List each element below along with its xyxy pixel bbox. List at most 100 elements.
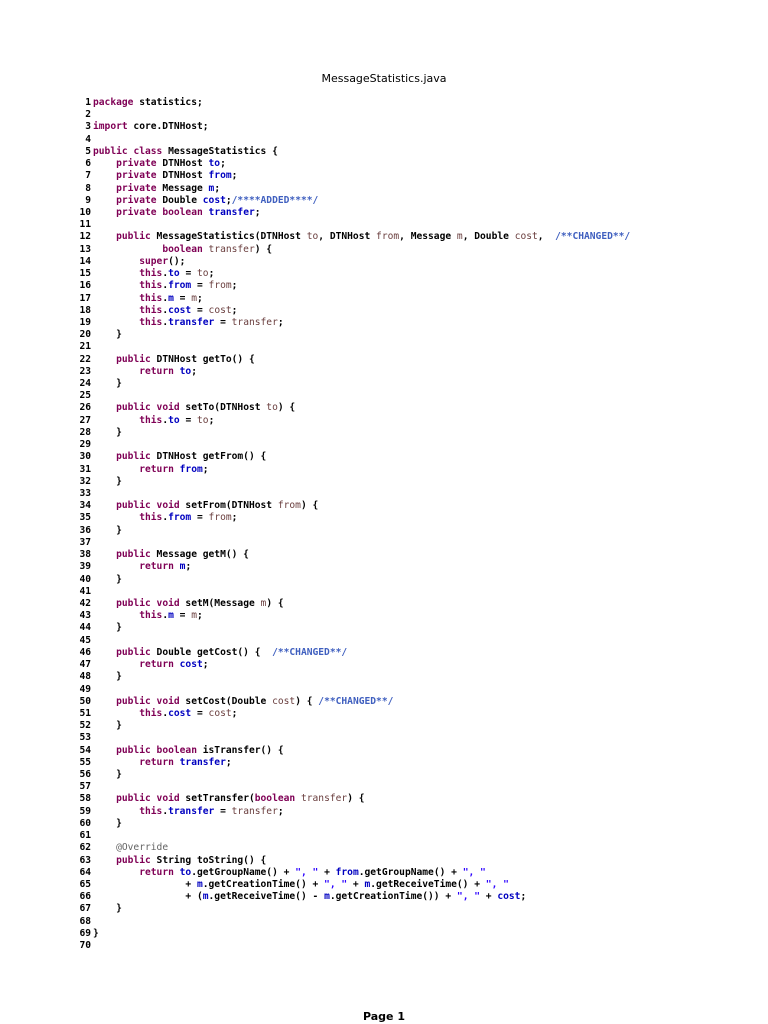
code-line: 10 private boolean transfer; bbox=[72, 207, 752, 219]
code-token: import bbox=[93, 121, 128, 133]
line-number: 40 bbox=[79, 573, 91, 585]
code-token: return bbox=[139, 561, 174, 573]
code-token: ; bbox=[277, 316, 284, 328]
code-line: 51 this.cost = cost; bbox=[72, 708, 752, 720]
line-number: 14 bbox=[79, 255, 91, 267]
code-token: Message getM() { bbox=[150, 549, 249, 561]
code-line: 64 return to.getGroupName() + ", " + fro… bbox=[72, 867, 752, 879]
code-token: to bbox=[168, 414, 180, 426]
code-line: 43 this.m = m; bbox=[72, 610, 752, 622]
code-line: 59 this.transfer = transfer; bbox=[72, 806, 752, 818]
line-number: 21 bbox=[79, 341, 91, 353]
code-line: 6 private DTNHost to; bbox=[72, 158, 752, 170]
code-token: from bbox=[179, 463, 203, 475]
code-line: 34 public void setFrom(DTNHost from) { bbox=[72, 500, 752, 512]
code-token: public bbox=[116, 231, 151, 243]
code-token: .getReceiveTime() - bbox=[208, 891, 325, 903]
code-token: package bbox=[93, 97, 134, 108]
code-line: 39 return m; bbox=[72, 561, 752, 573]
code-token: ) { bbox=[295, 695, 319, 707]
code-token: boolean bbox=[156, 744, 197, 756]
code-line: 48 } bbox=[72, 671, 752, 683]
code-token: to bbox=[208, 158, 221, 170]
line-number: 6 bbox=[85, 158, 91, 170]
line-number: 63 bbox=[79, 854, 91, 866]
code-line: 4 bbox=[72, 134, 752, 146]
code-token: + bbox=[480, 891, 498, 903]
code-token: = bbox=[173, 610, 192, 622]
line-number: 23 bbox=[79, 365, 91, 377]
code-token: public bbox=[116, 744, 151, 756]
code-token: to bbox=[197, 268, 209, 280]
code-line: 70 bbox=[72, 940, 752, 952]
line-number: 68 bbox=[79, 915, 91, 927]
line-number: 41 bbox=[79, 585, 91, 597]
code-token: boolean bbox=[162, 243, 203, 255]
code-line: 40 } bbox=[72, 574, 752, 586]
code-token: boolean bbox=[162, 206, 203, 218]
code-token: ; bbox=[231, 280, 238, 292]
code-token: core.DTNHost; bbox=[127, 121, 209, 133]
code-token: cost bbox=[208, 304, 232, 316]
line-number: 51 bbox=[79, 707, 91, 719]
code-token: DTNHost getTo() { bbox=[150, 353, 255, 365]
line-number: 46 bbox=[79, 646, 91, 658]
line-number: 62 bbox=[79, 842, 91, 854]
code-token: this bbox=[139, 610, 163, 622]
line-number: 30 bbox=[79, 451, 91, 463]
code-token: setCost(Double bbox=[179, 695, 273, 707]
code-token: this bbox=[139, 280, 163, 292]
code-line: 15 this.to = to; bbox=[72, 268, 752, 280]
line-number: 4 bbox=[85, 133, 91, 145]
line-number: 24 bbox=[79, 378, 91, 390]
code-token: } bbox=[93, 329, 122, 341]
code-line: 32 } bbox=[72, 476, 752, 488]
code-token: super bbox=[139, 255, 169, 267]
code-line: 35 this.from = from; bbox=[72, 512, 752, 524]
code-token: from bbox=[168, 280, 192, 292]
code-line: 2 bbox=[72, 109, 752, 121]
code-token: ; bbox=[214, 182, 221, 194]
code-token: ) { bbox=[300, 500, 319, 512]
code-line: 13 boolean transfer) { bbox=[72, 244, 752, 256]
line-number: 43 bbox=[79, 610, 91, 622]
code-token: DTNHost getFrom() { bbox=[150, 451, 267, 463]
code-token: ) { bbox=[347, 793, 365, 805]
page-footer: Page 1 bbox=[362, 1010, 405, 1023]
code-line: 8 private Message m; bbox=[72, 183, 752, 195]
code-token: = bbox=[191, 280, 209, 292]
code-line: 56 } bbox=[72, 769, 752, 781]
code-token: ; bbox=[277, 805, 284, 817]
line-number: 38 bbox=[79, 549, 91, 561]
line-number: 16 bbox=[79, 280, 91, 292]
code-line: 20 } bbox=[72, 329, 752, 341]
code-token: ; bbox=[208, 268, 215, 280]
line-number: 60 bbox=[79, 817, 91, 829]
code-token: public bbox=[116, 353, 151, 365]
code-token: this bbox=[139, 414, 163, 426]
document-title: MessageStatistics.java bbox=[321, 72, 447, 85]
code-token: .getGroupName() + bbox=[358, 866, 463, 878]
code-line: 61 bbox=[72, 830, 752, 842]
line-number: 19 bbox=[79, 316, 91, 328]
code-token: ", " bbox=[485, 879, 509, 890]
code-token: this bbox=[139, 805, 163, 817]
code-token: , Double bbox=[462, 231, 515, 243]
line-number: 69 bbox=[79, 927, 91, 939]
code-token: from bbox=[208, 512, 232, 524]
code-token: cost bbox=[208, 707, 232, 719]
code-token: MessageStatistics { bbox=[162, 145, 278, 157]
code-token: cost bbox=[168, 304, 192, 316]
code-token: transfer bbox=[231, 805, 278, 817]
